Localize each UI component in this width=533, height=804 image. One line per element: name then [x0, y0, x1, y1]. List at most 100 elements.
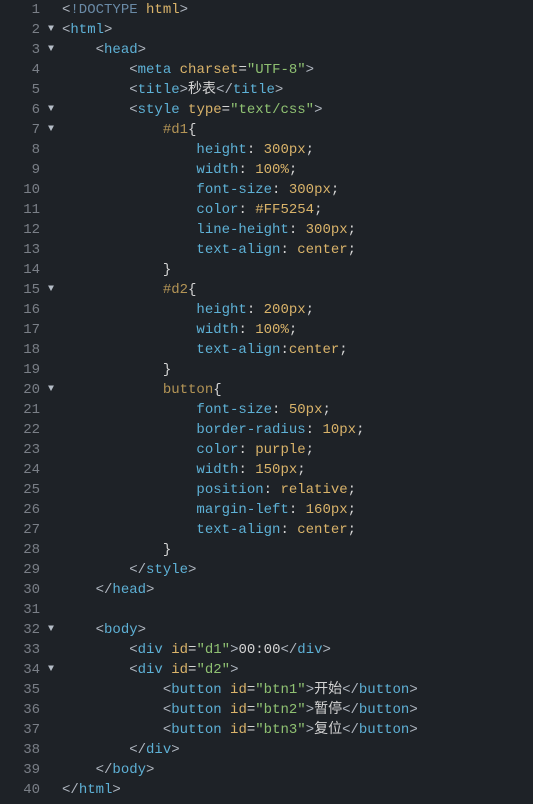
code-line[interactable]: 1<!DOCTYPE html> — [0, 0, 533, 20]
code-text[interactable]: <html> — [62, 20, 533, 40]
code-line[interactable]: 28 } — [0, 540, 533, 560]
code-line[interactable]: 37 <button id="btn3">复位</button> — [0, 720, 533, 740]
code-line[interactable]: 16 height: 200px; — [0, 300, 533, 320]
code-text[interactable]: <button id="btn3">复位</button> — [62, 720, 533, 740]
code-line[interactable]: 34▼ <div id="d2"> — [0, 660, 533, 680]
fold-toggle-icon — [48, 600, 62, 620]
code-text[interactable]: text-align: center; — [62, 240, 533, 260]
code-text[interactable]: #d1{ — [62, 120, 533, 140]
code-line[interactable]: 5 <title>秒表</title> — [0, 80, 533, 100]
code-text[interactable]: </style> — [62, 560, 533, 580]
code-text[interactable]: <style type="text/css"> — [62, 100, 533, 120]
code-text[interactable]: </body> — [62, 760, 533, 780]
code-line[interactable]: 38 </div> — [0, 740, 533, 760]
code-text[interactable]: width: 100%; — [62, 160, 533, 180]
code-editor[interactable]: 1<!DOCTYPE html>2▼<html>3▼ <head>4 <meta… — [0, 0, 533, 800]
code-line[interactable]: 15▼ #d2{ — [0, 280, 533, 300]
code-text[interactable]: } — [62, 260, 533, 280]
code-text[interactable]: } — [62, 540, 533, 560]
fold-toggle-icon[interactable]: ▼ — [48, 20, 62, 40]
fold-toggle-icon — [48, 540, 62, 560]
line-number: 30 — [0, 580, 48, 600]
code-line[interactable]: 21 font-size: 50px; — [0, 400, 533, 420]
code-text[interactable]: font-size: 50px; — [62, 400, 533, 420]
code-text[interactable]: </html> — [62, 780, 533, 800]
fold-toggle-icon — [48, 720, 62, 740]
code-line[interactable]: 36 <button id="btn2">暂停</button> — [0, 700, 533, 720]
code-line[interactable]: 29 </style> — [0, 560, 533, 580]
code-line[interactable]: 33 <div id="d1">00:00</div> — [0, 640, 533, 660]
code-text[interactable]: color: #FF5254; — [62, 200, 533, 220]
code-line[interactable]: 27 text-align: center; — [0, 520, 533, 540]
line-number: 32 — [0, 620, 48, 640]
code-line[interactable]: 8 height: 300px; — [0, 140, 533, 160]
fold-toggle-icon — [48, 400, 62, 420]
fold-toggle-icon[interactable]: ▼ — [48, 660, 62, 680]
fold-toggle-icon[interactable]: ▼ — [48, 40, 62, 60]
code-text[interactable]: #d2{ — [62, 280, 533, 300]
code-text[interactable]: <button id="btn1">开始</button> — [62, 680, 533, 700]
code-text[interactable]: height: 300px; — [62, 140, 533, 160]
code-line[interactable]: 20▼ button{ — [0, 380, 533, 400]
code-line[interactable]: 9 width: 100%; — [0, 160, 533, 180]
fold-toggle-icon[interactable]: ▼ — [48, 100, 62, 120]
code-line[interactable]: 18 text-align:center; — [0, 340, 533, 360]
code-line[interactable]: 32▼ <body> — [0, 620, 533, 640]
code-text[interactable]: <title>秒表</title> — [62, 80, 533, 100]
code-text[interactable]: width: 150px; — [62, 460, 533, 480]
code-text[interactable]: <body> — [62, 620, 533, 640]
line-number: 17 — [0, 320, 48, 340]
fold-toggle-icon[interactable]: ▼ — [48, 280, 62, 300]
line-number: 2 — [0, 20, 48, 40]
code-text[interactable]: font-size: 300px; — [62, 180, 533, 200]
code-line[interactable]: 30 </head> — [0, 580, 533, 600]
code-line[interactable]: 4 <meta charset="UTF-8"> — [0, 60, 533, 80]
code-text[interactable]: </head> — [62, 580, 533, 600]
code-line[interactable]: 24 width: 150px; — [0, 460, 533, 480]
code-text[interactable]: text-align: center; — [62, 520, 533, 540]
fold-toggle-icon[interactable]: ▼ — [48, 380, 62, 400]
code-text[interactable]: position: relative; — [62, 480, 533, 500]
code-text[interactable]: <meta charset="UTF-8"> — [62, 60, 533, 80]
code-text[interactable]: </div> — [62, 740, 533, 760]
code-line[interactable]: 14 } — [0, 260, 533, 280]
code-text[interactable]: color: purple; — [62, 440, 533, 460]
code-text[interactable]: width: 100%; — [62, 320, 533, 340]
code-line[interactable]: 40</html> — [0, 780, 533, 800]
code-text[interactable]: <button id="btn2">暂停</button> — [62, 700, 533, 720]
line-number: 3 — [0, 40, 48, 60]
code-line[interactable]: 11 color: #FF5254; — [0, 200, 533, 220]
code-line[interactable]: 35 <button id="btn1">开始</button> — [0, 680, 533, 700]
code-line[interactable]: 6▼ <style type="text/css"> — [0, 100, 533, 120]
code-text[interactable]: <head> — [62, 40, 533, 60]
code-line[interactable]: 19 } — [0, 360, 533, 380]
code-line[interactable]: 12 line-height: 300px; — [0, 220, 533, 240]
code-line[interactable]: 2▼<html> — [0, 20, 533, 40]
line-number: 5 — [0, 80, 48, 100]
code-text[interactable]: <div id="d2"> — [62, 660, 533, 680]
code-text[interactable] — [62, 600, 533, 620]
code-line[interactable]: 13 text-align: center; — [0, 240, 533, 260]
code-line[interactable]: 23 color: purple; — [0, 440, 533, 460]
line-number: 12 — [0, 220, 48, 240]
code-line[interactable]: 25 position: relative; — [0, 480, 533, 500]
code-text[interactable]: border-radius: 10px; — [62, 420, 533, 440]
code-line[interactable]: 17 width: 100%; — [0, 320, 533, 340]
fold-toggle-icon[interactable]: ▼ — [48, 620, 62, 640]
code-text[interactable]: } — [62, 360, 533, 380]
code-text[interactable]: line-height: 300px; — [62, 220, 533, 240]
code-line[interactable]: 3▼ <head> — [0, 40, 533, 60]
code-text[interactable]: <div id="d1">00:00</div> — [62, 640, 533, 660]
code-text[interactable]: <!DOCTYPE html> — [62, 0, 533, 20]
fold-toggle-icon[interactable]: ▼ — [48, 120, 62, 140]
code-text[interactable]: text-align:center; — [62, 340, 533, 360]
code-line[interactable]: 39 </body> — [0, 760, 533, 780]
code-line[interactable]: 31 — [0, 600, 533, 620]
code-text[interactable]: height: 200px; — [62, 300, 533, 320]
code-text[interactable]: button{ — [62, 380, 533, 400]
code-text[interactable]: margin-left: 160px; — [62, 500, 533, 520]
code-line[interactable]: 26 margin-left: 160px; — [0, 500, 533, 520]
code-line[interactable]: 22 border-radius: 10px; — [0, 420, 533, 440]
code-line[interactable]: 10 font-size: 300px; — [0, 180, 533, 200]
code-line[interactable]: 7▼ #d1{ — [0, 120, 533, 140]
